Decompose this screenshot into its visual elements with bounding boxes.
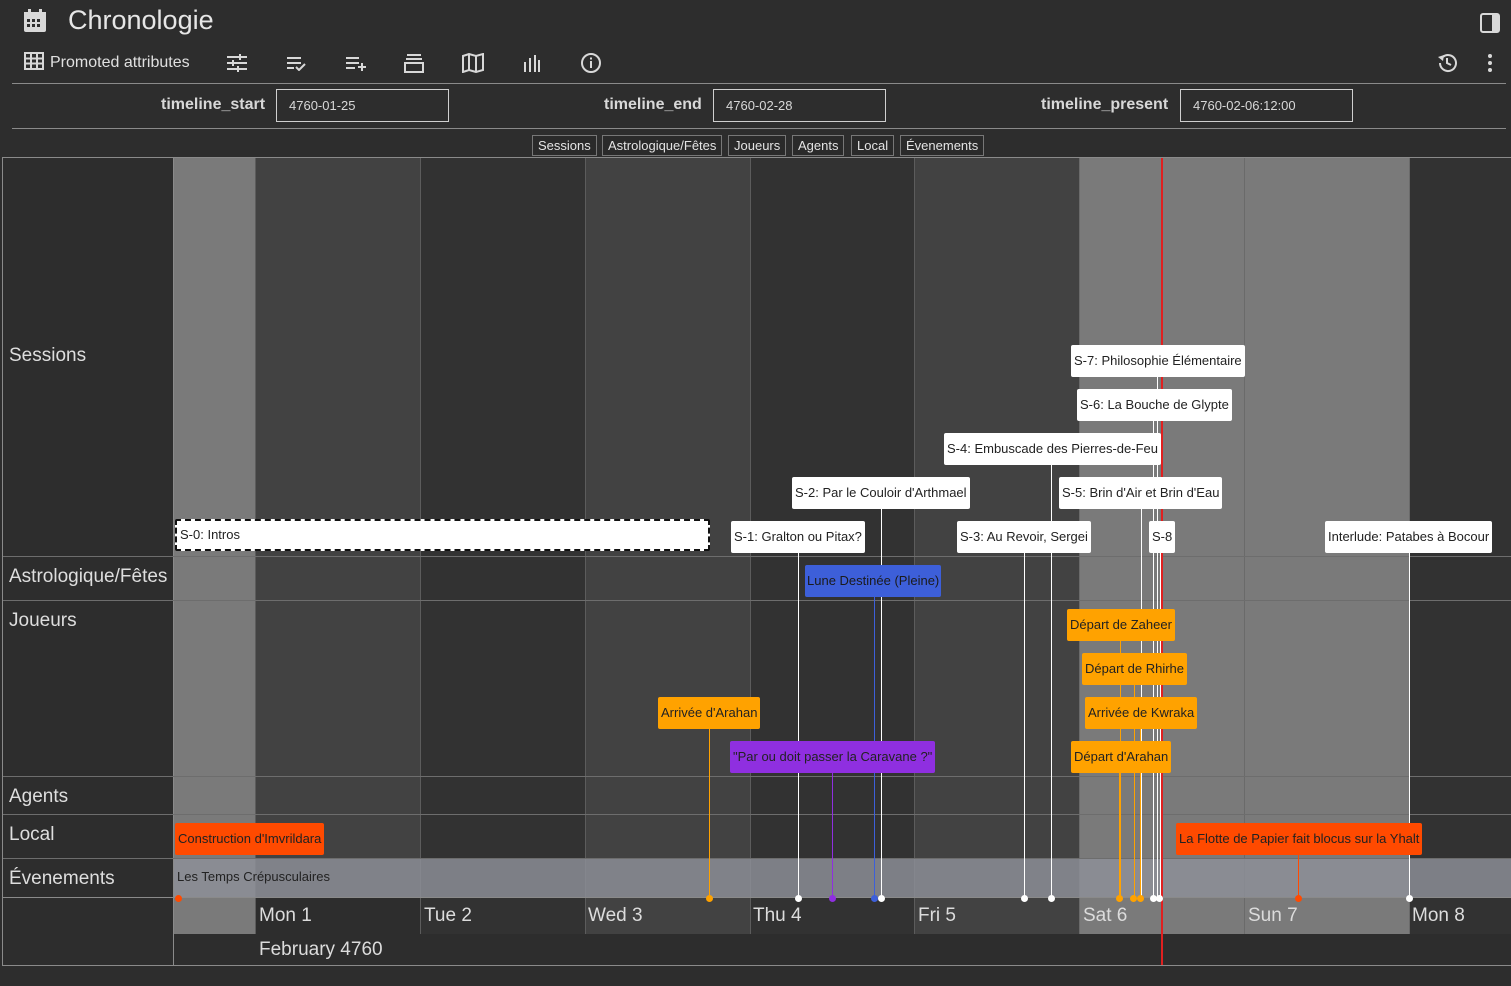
local-item[interactable]: La Flotte de Papier fait blocus sur la Y… <box>1176 823 1423 855</box>
axis-day-label: Tue 2 <box>424 905 472 926</box>
promoted-attributes-button[interactable]: Promoted attributes <box>24 50 190 76</box>
session-item[interactable]: S-5: Brin d'Air et Brin d'Eau <box>1059 477 1223 509</box>
local-item[interactable]: Construction d'Imvrildara <box>175 823 325 855</box>
item-connector <box>1298 855 1299 898</box>
session-item[interactable]: Interlude: Patabes à Bocour <box>1325 521 1493 553</box>
group-button-joueurs[interactable]: Joueurs <box>728 135 787 156</box>
group-separator <box>3 600 1511 601</box>
group-button-sessions[interactable]: Sessions <box>532 135 597 156</box>
group-separator <box>3 556 1511 557</box>
axis-day-label: Sat 6 <box>1083 905 1128 926</box>
item-dot <box>706 895 713 902</box>
grid-icon <box>24 51 44 75</box>
divider <box>12 128 1506 129</box>
session-item[interactable]: S-2: Par le Couloir d'Arthmael <box>792 477 970 509</box>
item-connector <box>832 773 833 898</box>
item-dot <box>1137 895 1144 902</box>
item-dot <box>829 895 836 902</box>
group-button-agents[interactable]: Agents <box>792 135 845 156</box>
item-dot <box>878 895 885 902</box>
session-item[interactable]: S-0: Intros <box>175 519 710 551</box>
player-item[interactable]: Départ d'Arahan <box>1071 741 1172 773</box>
session-item[interactable]: S-8 <box>1149 521 1176 553</box>
group-separator <box>3 776 1511 777</box>
promoted-attributes-label: Promoted attributes <box>50 54 190 71</box>
timeline-start-field[interactable]: 4760-01-25 <box>276 89 449 122</box>
axis-month-label: February 4760 <box>259 939 383 960</box>
group-separator <box>3 814 1511 815</box>
timeline-end-label: timeline_end <box>604 96 702 113</box>
group-label-agents: Agents <box>9 786 69 807</box>
item-dot <box>1295 895 1302 902</box>
chart-icon[interactable] <box>523 50 541 76</box>
item-connector <box>798 553 799 898</box>
item-dot <box>1406 895 1413 902</box>
item-dot <box>1130 895 1137 902</box>
sidebar-toggle-icon[interactable] <box>1480 13 1500 33</box>
axis-day-label: Mon 1 <box>259 905 312 926</box>
axis-separator <box>3 897 1511 898</box>
sliders-icon[interactable] <box>226 50 248 76</box>
player-item[interactable]: Départ de Rhirhe <box>1082 653 1187 685</box>
timeline-start-label: timeline_start <box>161 96 266 113</box>
player-item[interactable]: "Par ou doit passer la Caravane ?" <box>730 741 936 773</box>
timeline[interactable]: Sessions Astrologique/Fêtes Joueurs Agen… <box>2 157 1511 966</box>
axis-day-label: Thu 4 <box>753 905 802 926</box>
player-item[interactable]: Départ de Zaheer <box>1067 609 1175 641</box>
astro-item[interactable]: Lune Destinée (Pleine) <box>805 565 942 597</box>
group-label-local: Local <box>9 824 55 845</box>
item-dot <box>1116 895 1123 902</box>
page-title: Chronologie <box>68 5 214 35</box>
history-icon[interactable] <box>1436 50 1458 76</box>
session-item[interactable]: S-7: Philosophie Élémentaire <box>1071 345 1245 377</box>
item-connector <box>1024 553 1025 898</box>
player-item[interactable]: Arrivée de Kwraka <box>1085 697 1198 729</box>
day-separator <box>1244 158 1245 934</box>
archive-icon[interactable] <box>404 50 424 76</box>
item-connector <box>709 729 710 898</box>
group-button-astro[interactable]: Astrologique/Fêtes <box>602 135 723 156</box>
item-dot <box>1156 895 1163 902</box>
item-dot <box>795 895 802 902</box>
item-dot <box>871 895 878 902</box>
session-item[interactable]: S-6: La Bouche de Glypte <box>1077 389 1232 421</box>
add-list-icon[interactable] <box>345 50 367 76</box>
timeline-present-label: timeline_present <box>1041 96 1169 113</box>
item-connector <box>1119 773 1120 898</box>
group-label-joueurs: Joueurs <box>9 610 77 631</box>
session-item[interactable]: S-1: Gralton ou Pitax? <box>731 521 865 553</box>
more-vertical-icon[interactable] <box>1487 50 1493 76</box>
axis-day-label: Wed 3 <box>588 905 643 926</box>
timeline-end-field[interactable]: 4760-02-28 <box>713 89 886 122</box>
group-label-astro: Astrologique/Fêtes <box>9 566 168 587</box>
item-dot <box>1021 895 1028 902</box>
checklist-icon[interactable] <box>286 50 306 76</box>
group-button-evenements[interactable]: Évenements <box>900 135 985 156</box>
player-item[interactable]: Arrivée d'Arahan <box>658 697 761 729</box>
calendar-icon <box>22 8 48 34</box>
present-time-marker <box>1161 158 1163 965</box>
axis-day-label: Mon 8 <box>1412 905 1465 926</box>
session-item[interactable]: S-4: Embuscade des Pierres-de-Feu <box>944 433 1161 465</box>
item-dot <box>175 895 182 902</box>
event-item[interactable]: Les Temps Crépusculaires <box>177 869 330 884</box>
session-item[interactable]: S-3: Au Revoir, Sergei <box>957 521 1091 553</box>
map-icon[interactable] <box>462 50 484 76</box>
title-bar: Chronologie <box>0 0 1511 44</box>
divider <box>12 83 1506 84</box>
group-label-sessions: Sessions <box>9 345 87 366</box>
info-icon[interactable] <box>580 50 602 76</box>
group-button-local[interactable]: Local <box>851 135 895 156</box>
background-item-band <box>174 859 1511 897</box>
axis-day-label: Fri 5 <box>918 905 956 926</box>
item-dot <box>1048 895 1055 902</box>
group-label-evenements: Évenements <box>9 868 115 889</box>
day-separator <box>914 158 915 934</box>
axis-day-label: Sun 7 <box>1248 905 1298 926</box>
group-separator <box>3 858 1511 859</box>
timeline-present-field[interactable]: 4760-02-06:12:00 <box>1180 89 1353 122</box>
